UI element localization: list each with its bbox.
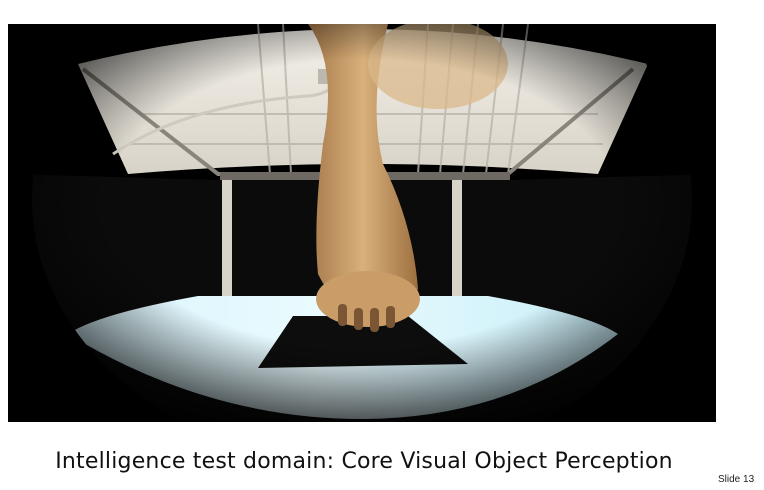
slide-caption: Intelligence test domain: Core Visual Ob…: [55, 449, 673, 474]
slide-number: Slide 13: [718, 474, 755, 485]
experiment-photo: [8, 24, 716, 422]
